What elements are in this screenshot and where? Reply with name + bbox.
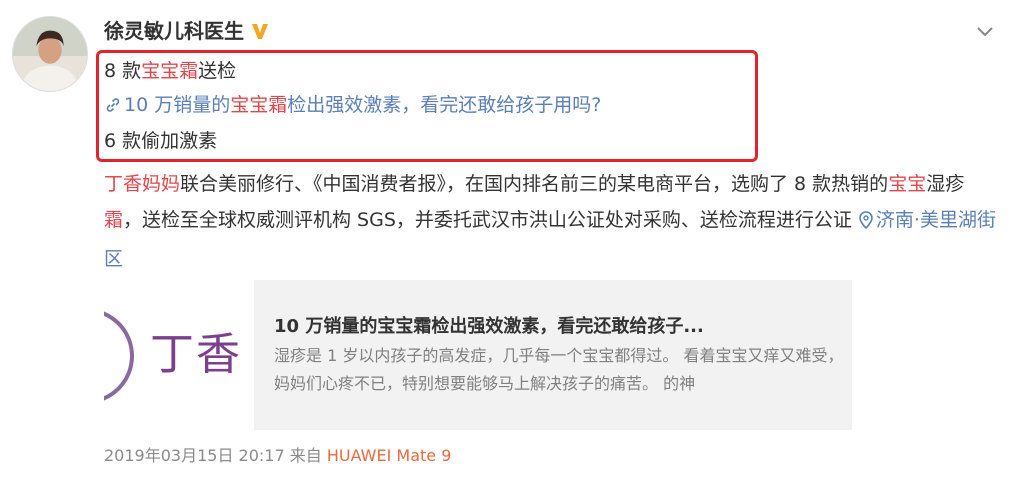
mention-dingxiangmama[interactable]: 丁香妈妈 — [104, 173, 180, 195]
location-pin-icon — [858, 205, 874, 241]
from-label: 来自 — [289, 446, 322, 465]
article-card-thumbnail: 丁香 — [104, 280, 254, 430]
topic-link-shuang[interactable]: 霜 — [104, 209, 123, 231]
article-card-title: 10 万销量的宝宝霜检出强效激素，看完还敢给孩子... — [274, 316, 704, 337]
thumbnail-logo-arc — [104, 308, 134, 404]
device-source[interactable]: HUAWEI Mate 9 — [327, 446, 452, 465]
username-row: 徐灵敏儿科医生 — [104, 18, 270, 47]
topic-link-baobao[interactable]: 宝宝 — [888, 173, 926, 195]
link-icon — [104, 95, 122, 121]
post-timestamp[interactable]: 2019年03月15日 20:17 — [104, 446, 285, 465]
verified-badge-icon — [250, 21, 270, 47]
article-link-prefix: 10 万销量的 — [124, 94, 231, 116]
avatar-image — [13, 17, 87, 91]
article-link-highlight: 宝宝霜 — [230, 94, 288, 116]
avatar[interactable] — [12, 16, 88, 92]
topic-link-baobaoshuang[interactable]: 宝宝霜 — [141, 60, 198, 82]
username[interactable]: 徐灵敏儿科医生 — [104, 19, 244, 43]
chevron-down-icon[interactable] — [974, 20, 996, 42]
post-footer: 2019年03月15日 20:17 来自 HUAWEI Mate 9 — [104, 442, 451, 466]
article-link-suffix: 检出强效激素，看完还敢给孩子用吗? — [287, 94, 602, 116]
headline-line-1-prefix: 8 款 — [104, 60, 142, 82]
thumbnail-brand-text: 丁香 — [150, 329, 242, 380]
headline-line-1-suffix: 送检 — [198, 60, 237, 82]
post-body-text-1: 联合美丽修行、《中国消费者报》，在国内排名前三的某电商平台，选购了 8 款热销的 — [180, 173, 889, 195]
article-card[interactable]: 丁香 10 万销量的宝宝霜检出强效激素，看完还敢给孩子... 湿疹是 1 岁以内… — [104, 280, 852, 430]
post-body: 丁香妈妈联合美丽修行、《中国消费者报》，在国内排名前三的某电商平台，选购了 8 … — [104, 166, 999, 277]
headline-line-3: 6 款偷加激素 — [104, 130, 218, 152]
headline-line-1: 8 款宝宝霜送检 — [104, 58, 236, 84]
post-body-text-2: 湿疹 — [926, 173, 965, 195]
post-body-text-3: ，送检至全球权威测评机构 SGS，并委托武汉市洪山公证处对采购、送检流程进行公证 — [123, 209, 852, 231]
article-card-description: 湿疹是 1 岁以内孩子的高发症，几乎每一个宝宝都得过。 看着宝宝又痒又难受，妈妈… — [274, 346, 844, 393]
article-link[interactable]: 10 万销量的宝宝霜检出强效激素，看完还敢给孩子用吗? — [104, 92, 601, 121]
